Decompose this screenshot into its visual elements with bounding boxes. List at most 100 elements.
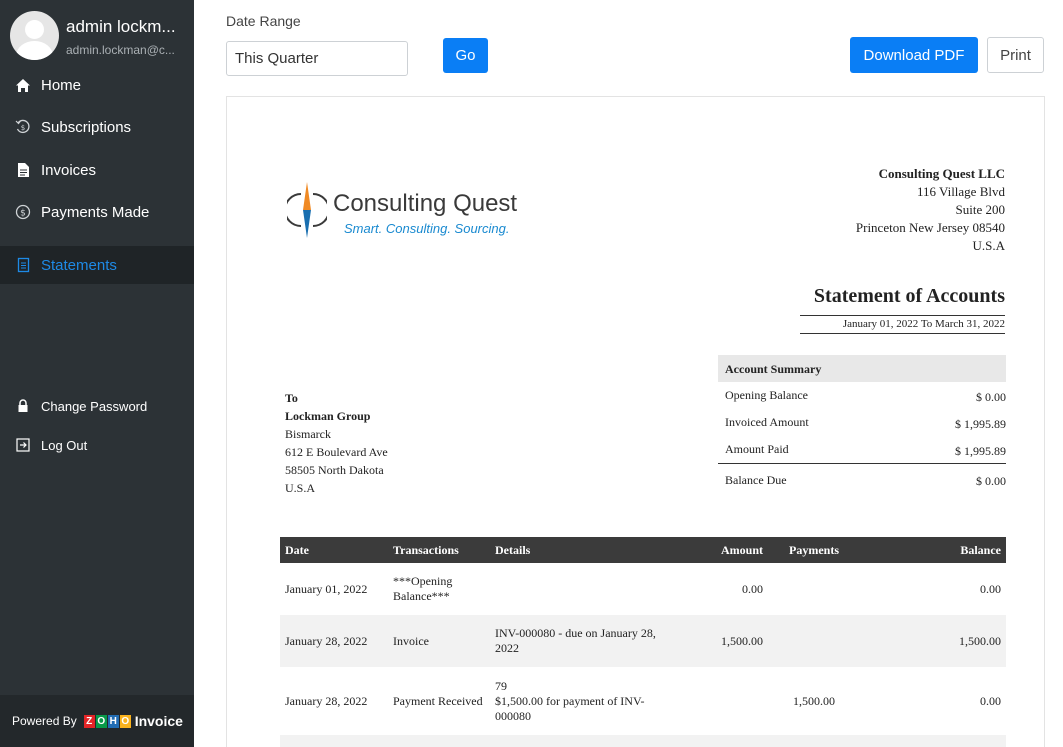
bill-to-address: To Lockman Group Bismarck 612 E Boulevar… — [285, 389, 388, 497]
summary-balance-due-row: Balance Due $ 0.00 — [718, 463, 1006, 496]
log-out-label: Log Out — [41, 437, 88, 453]
row-amount — [670, 667, 768, 735]
change-password-label: Change Password — [41, 398, 148, 414]
summary-invoiced-row: Invoiced Amount $ 1,995.89 — [718, 409, 1006, 436]
customer-name: Lockman Group — [285, 409, 371, 423]
logo-name: Consulting Quest — [333, 190, 518, 217]
user-profile[interactable]: admin lockm... admin.lockman@c... — [0, 0, 194, 66]
customer-line-4: U.S.A — [285, 481, 316, 495]
log-out-link[interactable]: Log Out — [0, 426, 194, 464]
log-out-icon — [15, 437, 31, 453]
row-details — [490, 563, 670, 615]
user-email: admin.lockman@c... — [66, 43, 175, 57]
nav-subscriptions[interactable]: $ Subscriptions — [0, 108, 194, 146]
organization-address: Consulting Quest LLC 116 Village Blvd Su… — [856, 165, 1005, 255]
download-pdf-button[interactable]: Download PDF — [850, 37, 978, 73]
table-row: January 01, 2022 ***Opening Balance*** 0… — [280, 563, 1006, 615]
table-row: January 28, 2022 Invoice INV-000080 - du… — [280, 615, 1006, 667]
row-balance: 0.00 — [980, 581, 1001, 596]
summary-label: Invoiced Amount — [725, 415, 809, 429]
col-balance: Balance — [860, 537, 1006, 563]
summary-value: $ 1,995.89 — [955, 416, 1006, 431]
home-icon — [15, 77, 31, 93]
statement-period: January 01, 2022 To March 31, 2022 — [800, 315, 1005, 334]
nav-statements-label: Statements — [41, 256, 117, 274]
compass-icon — [287, 182, 327, 238]
nav-invoices-label: Invoices — [41, 161, 97, 179]
row-transaction: ***Opening Balance*** — [393, 574, 453, 603]
svg-text:$: $ — [21, 124, 25, 132]
nav-statements[interactable]: Statements — [0, 246, 194, 284]
row-details-ref: 79 — [495, 678, 507, 693]
org-city: Princeton New Jersey 08540 — [855, 220, 1005, 235]
account-summary-heading: Account Summary — [718, 355, 1006, 382]
nav-home[interactable]: Home — [0, 66, 194, 104]
to-label: To — [285, 391, 298, 405]
lock-icon — [15, 398, 31, 414]
go-button[interactable]: Go — [443, 38, 488, 73]
summary-label: Balance Due — [725, 472, 787, 487]
row-details-cell: 79 $1,500.00 for payment of INV-000080 — [490, 667, 670, 735]
nav-subscriptions-label: Subscriptions — [41, 118, 132, 136]
summary-value: $ 0.00 — [976, 474, 1006, 488]
logo-tagline: Smart. Consulting. Sourcing. — [344, 221, 510, 236]
col-amount: Amount — [670, 537, 768, 563]
svg-text:$: $ — [20, 209, 26, 219]
row-payment — [768, 563, 860, 615]
nav-payments-made[interactable]: $ Payments Made — [0, 193, 194, 231]
nav-home-label: Home — [41, 76, 82, 94]
print-button[interactable]: Print — [987, 37, 1044, 73]
transactions-table: Date Transactions Details Amount Payment… — [280, 537, 1006, 747]
table-row: January 28, 2022 Payment Received 79 $1,… — [280, 667, 1006, 735]
table-header-row: Date Transactions Details Amount Payment… — [280, 537, 1006, 563]
user-name: admin lockm... — [66, 17, 176, 36]
date-range-select[interactable]: This Quarter — [226, 41, 408, 76]
org-country: U.S.A — [972, 238, 1005, 253]
summary-label: Opening Balance — [725, 388, 808, 402]
org-address-1: 116 Village Blvd — [916, 184, 1005, 199]
sidebar: admin lockm... admin.lockman@c... Home $… — [0, 0, 194, 747]
dollar-circle-icon: $ — [15, 204, 31, 220]
summary-value: $ 1,995.89 — [955, 443, 1006, 458]
summary-paid-row: Amount Paid $ 1,995.89 — [718, 436, 1006, 463]
change-password-link[interactable]: Change Password — [0, 387, 194, 425]
row-details: INV-000080 - due on January 28, 2022 — [490, 615, 670, 667]
row-amount: 1,500.00 — [670, 615, 768, 667]
company-logo: Consulting Quest Smart. Consulting. Sour… — [287, 180, 527, 240]
nav-invoices[interactable]: Invoices — [0, 151, 194, 189]
statement-title: Statement of Accounts — [813, 285, 1005, 307]
row-transaction: Payment Received — [393, 693, 483, 708]
date-range-label: Date Range — [226, 13, 301, 29]
col-transactions: Transactions — [388, 537, 490, 563]
customer-line-1: Bismarck — [285, 427, 331, 441]
powered-by-footer: Powered By Z O H O Invoice — [0, 695, 194, 747]
statement-icon — [15, 257, 31, 273]
row-transaction: Invoice — [388, 615, 490, 667]
col-date: Date — [280, 537, 388, 563]
row-balance: 1,500.00 — [860, 615, 1006, 667]
customer-line-3: 58505 North Dakota — [285, 463, 384, 477]
row-date: January 01, 2022 — [285, 581, 368, 596]
summary-opening-row: Opening Balance $ 0.00 — [718, 382, 1006, 409]
powered-by-text: Powered By — [12, 714, 77, 728]
nav-payments-made-label: Payments Made — [41, 203, 150, 221]
product-name: Invoice — [134, 713, 183, 729]
invoice-document-icon — [15, 162, 31, 178]
row-balance: 0.00 — [980, 693, 1001, 708]
avatar — [10, 11, 59, 60]
table-row — [280, 735, 1006, 747]
row-payment — [768, 615, 860, 667]
subscriptions-icon: $ — [15, 119, 31, 135]
zoho-logo: Z O H O — [83, 714, 132, 728]
summary-label: Amount Paid — [725, 442, 789, 456]
row-date: January 28, 2022 — [280, 615, 388, 667]
statement-document: Consulting Quest Smart. Consulting. Sour… — [226, 96, 1045, 747]
row-details: $1,500.00 for payment of INV-000080 — [495, 693, 645, 723]
col-details: Details — [490, 537, 670, 563]
row-amount: 0.00 — [742, 581, 763, 596]
row-payment: 1,500.00 — [793, 693, 835, 708]
org-address-2: Suite 200 — [955, 202, 1005, 217]
col-payments: Payments — [768, 537, 860, 563]
customer-line-2: 612 E Boulevard Ave — [285, 445, 388, 459]
row-date: January 28, 2022 — [285, 693, 368, 708]
